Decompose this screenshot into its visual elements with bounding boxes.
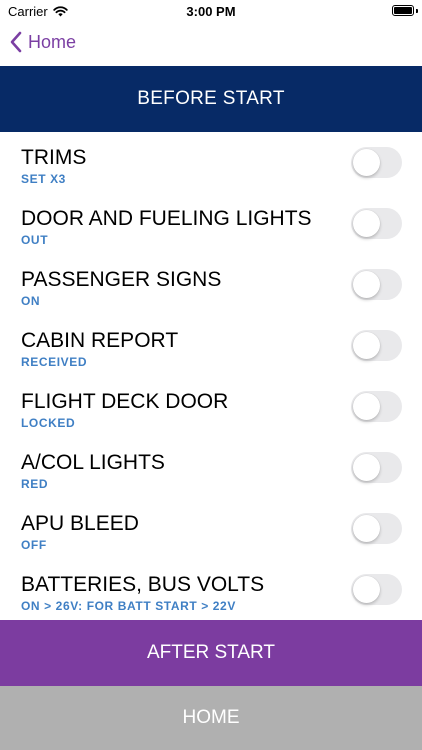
status-bar: Carrier 3:00 PM [0,0,422,24]
item-subtitle: SET X3 [21,172,66,186]
item-title: APU BLEED [21,512,139,535]
item-title: FLIGHT DECK DOOR [21,390,229,413]
toggle-knob [353,149,380,176]
checklist: TRIMS SET X3 DOOR AND FUELING LIGHTS OUT… [0,132,422,620]
home-label: HOME [182,707,240,728]
toggle-knob [353,332,380,359]
chevron-left-icon [10,31,22,53]
home-button[interactable]: HOME [0,686,422,750]
item-toggle[interactable] [351,452,402,483]
item-title: A/COL LIGHTS [21,451,165,474]
item-title: TRIMS [21,146,87,169]
item-toggle[interactable] [351,391,402,422]
battery-tip [416,9,418,13]
battery-fill [394,7,412,14]
checklist-item: APU BLEED OFF [0,498,422,559]
toggle-knob [353,271,380,298]
checklist-item: CABIN REPORT RECEIVED [0,315,422,376]
status-time: 3:00 PM [186,4,236,19]
checklist-item: FLIGHT DECK DOOR LOCKED [0,376,422,437]
item-toggle[interactable] [351,208,402,239]
after-start-label: AFTER START [146,642,276,663]
checklist-item: BATTERIES, BUS VOLTS ON > 26V: FOR BATT … [0,559,422,620]
checklist-item: PASSENGER SIGNS ON [0,254,422,315]
section-header: BEFORE START [0,66,422,132]
toggle-knob [353,210,380,237]
item-title: DOOR AND FUELING LIGHTS [21,207,312,230]
checklist-item: TRIMS SET X3 [0,132,422,193]
item-toggle[interactable] [351,147,402,178]
item-toggle[interactable] [351,574,402,605]
back-button[interactable]: Home [10,31,76,53]
item-subtitle: RED [21,477,49,491]
navigation-bar: Home [0,24,422,66]
toggle-knob [353,454,380,481]
after-start-button[interactable]: AFTER START [0,620,422,686]
item-subtitle: OFF [21,538,47,552]
item-subtitle: ON > 26V: FOR BATT START > 22V [21,599,236,613]
checklist-item: A/COL LIGHTS RED [0,437,422,498]
item-title: CABIN REPORT [21,329,179,352]
section-title: BEFORE START [137,88,285,109]
battery-icon [392,5,414,16]
toggle-knob [353,393,380,420]
item-subtitle: OUT [21,233,49,247]
item-title: PASSENGER SIGNS [21,268,222,291]
item-title: BATTERIES, BUS VOLTS [21,573,265,596]
item-toggle[interactable] [351,269,402,300]
toggle-knob [353,515,380,542]
checklist-item: DOOR AND FUELING LIGHTS OUT [0,193,422,254]
item-subtitle: LOCKED [21,416,76,430]
item-subtitle: RECEIVED [21,355,88,369]
item-toggle[interactable] [351,513,402,544]
item-subtitle: ON [21,294,41,308]
toggle-knob [353,576,380,603]
back-label: Home [28,31,77,52]
item-toggle[interactable] [351,330,402,361]
